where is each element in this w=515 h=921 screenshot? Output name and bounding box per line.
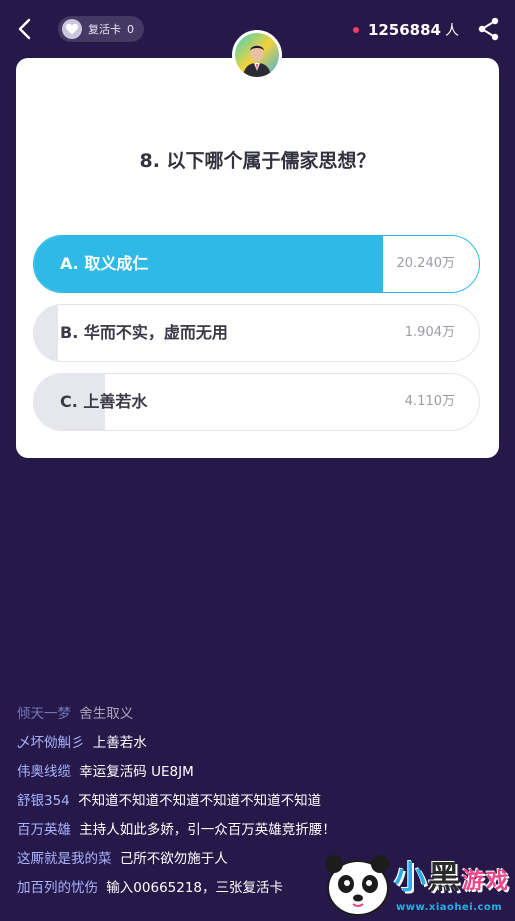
panda-logo-icon xyxy=(325,855,389,916)
watermark-text-xiao: 小 xyxy=(394,858,429,896)
chat-message: 百万英雄 主持人如此多娇，引一众百万英雄竞折腰！ xyxy=(17,818,487,847)
live-dot-icon xyxy=(352,27,359,33)
option-b-count: 1.904万 xyxy=(404,325,455,340)
share-button[interactable] xyxy=(475,15,503,43)
back-button[interactable] xyxy=(10,14,40,44)
chat-text: 不知道不知道不知道不知道不知道不知道 xyxy=(78,793,322,809)
chat-username: 舒银354 xyxy=(17,793,70,809)
heart-icon xyxy=(62,19,82,39)
chat-username: 乄坏俲觓彡 xyxy=(17,735,85,751)
question-text: 8. 以下哪个属于儒家思想？ xyxy=(139,150,376,172)
chat-text: 上善若水 xyxy=(92,735,147,751)
chat-text: 输入00665218，三张复活卡 xyxy=(106,880,284,896)
option-a-count: 20.240万 xyxy=(396,256,456,271)
option-c[interactable]: C. 上善若水 4.110万 xyxy=(33,373,480,431)
chat-username: 这厮就是我的菜 xyxy=(17,851,112,867)
option-a[interactable]: A. 取义成仁 20.240万 xyxy=(33,235,480,293)
option-b[interactable]: B. 华而不实，虚而无用 1.904万 xyxy=(33,304,480,362)
chevron-left-icon xyxy=(18,18,31,40)
chat-username: 伟奥线缆 xyxy=(17,764,71,780)
chat-text: 幸运复活码 UE8JM xyxy=(79,764,194,780)
watermark-text-game: 游戏 xyxy=(462,869,511,894)
chat-message: 舒银354 不知道不知道不知道不知道不知道不知道 xyxy=(17,789,487,818)
viewer-count: 1256884 人 xyxy=(352,20,459,40)
option-c-count: 4.110万 xyxy=(404,394,455,409)
chat-username: 加百列的忧伤 xyxy=(17,880,98,896)
chat-text: 主持人如此多娇，引一众百万英雄竞折腰！ xyxy=(79,822,336,838)
watermark-text-hei: 黑 xyxy=(428,858,463,896)
host-avatar xyxy=(235,33,279,77)
viewer-unit: 人 xyxy=(445,23,459,39)
revive-card-count: 0 xyxy=(127,22,134,36)
chat-message: 伟奥线缆 幸运复活码 UE8JM xyxy=(17,760,487,789)
site-watermark: 小黑游戏 www.xiaohei.com xyxy=(322,848,515,917)
chat-text: 己所不欲勿施于人 xyxy=(119,851,228,867)
chat-username: 倾天一梦 xyxy=(17,706,71,722)
chat-username: 百万英雄 xyxy=(17,822,71,838)
revive-card-badge[interactable]: 复活卡 0 xyxy=(58,16,144,42)
option-b-result-bar xyxy=(34,305,59,361)
watermark-title: 小黑游戏 xyxy=(394,852,510,898)
option-a-label: A. 取义成仁 xyxy=(60,254,149,273)
chat-text: 舍生取义 xyxy=(79,706,134,722)
share-icon xyxy=(478,17,499,41)
revive-card-label: 复活卡 xyxy=(88,23,121,36)
chat-message: 乄坏俲觓彡 上善若水 xyxy=(17,731,487,760)
question-card: 8. 以下哪个属于儒家思想？ A. 取义成仁 20.240万 B. 华而不实，虚… xyxy=(16,58,499,458)
option-b-label: B. 华而不实，虚而无用 xyxy=(60,323,228,342)
option-c-label: C. 上善若水 xyxy=(60,392,148,411)
watermark-url: www.xiaohei.com xyxy=(396,902,503,913)
viewer-number: 1256884 xyxy=(367,21,441,39)
host-avatar-frame xyxy=(232,30,282,80)
chat-message: 倾天一梦 舍生取义 xyxy=(17,702,487,731)
